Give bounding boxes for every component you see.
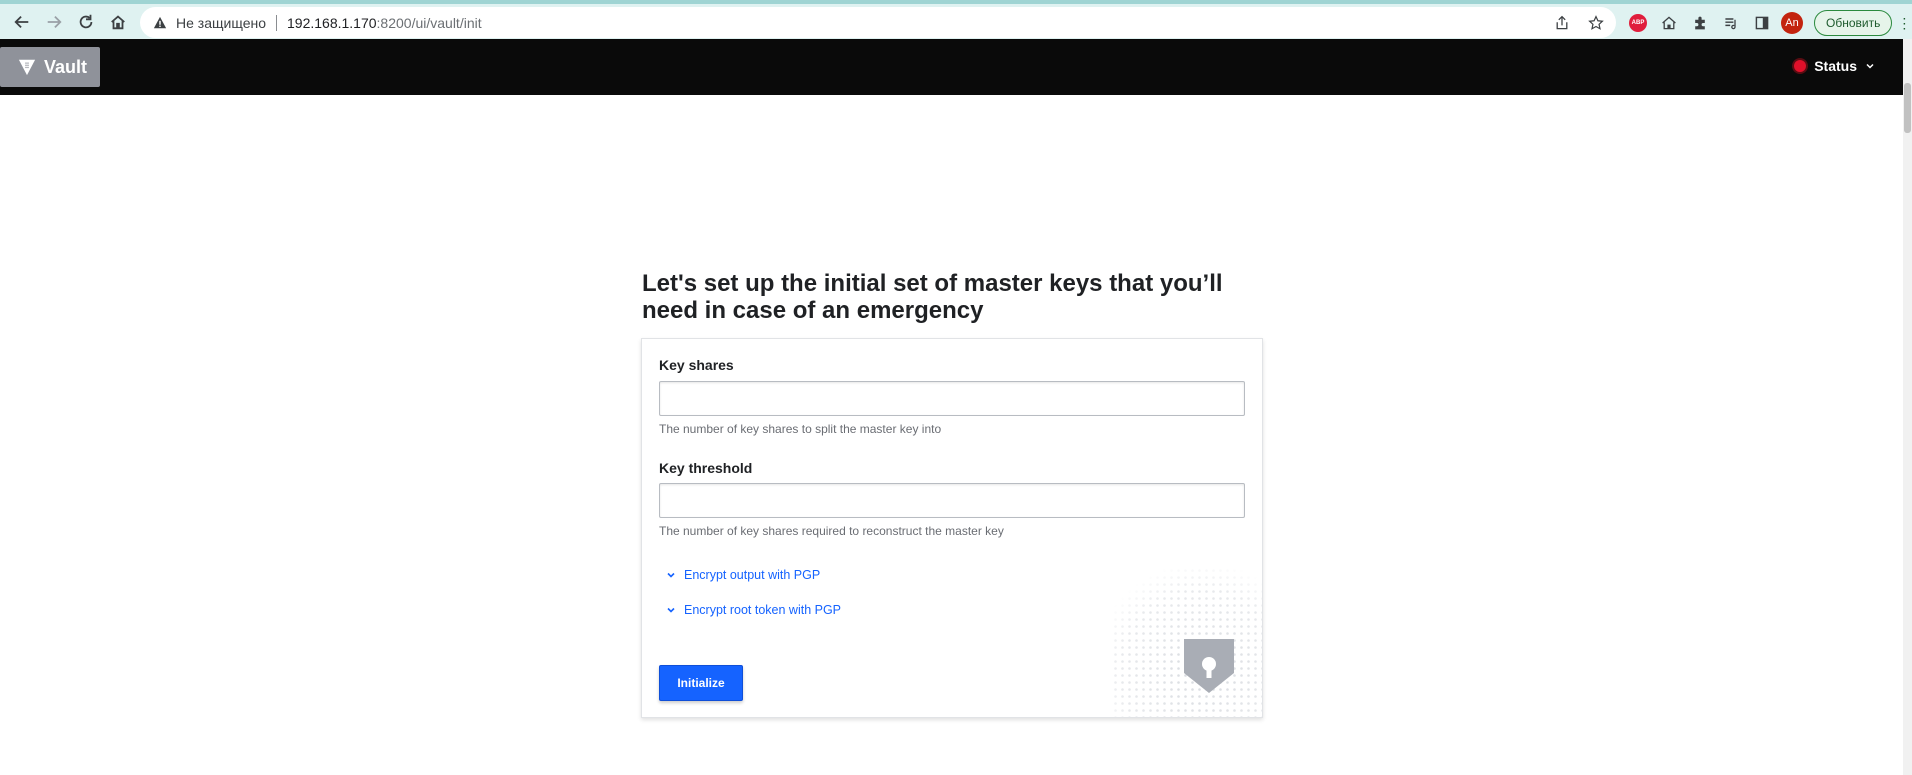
not-secure-label[interactable]: Не защищено: [176, 15, 266, 31]
side-panel-icon[interactable]: [1750, 11, 1774, 35]
status-label: Status: [1814, 58, 1857, 74]
extensions-puzzle-icon[interactable]: [1688, 11, 1712, 35]
bookmark-star-icon[interactable]: [1584, 11, 1608, 35]
browser-menu-icon[interactable]: ⋮: [1897, 11, 1911, 35]
key-shares-input[interactable]: [659, 381, 1245, 416]
reading-list-icon[interactable]: [1719, 11, 1743, 35]
status-indicator-icon: [1794, 60, 1807, 72]
status-menu[interactable]: Status: [1794, 58, 1875, 74]
key-shares-label: Key shares: [659, 357, 734, 373]
chevron-down-icon: [666, 570, 676, 580]
vault-home-link[interactable]: Vault: [0, 47, 100, 87]
encrypt-root-token-pgp-toggle[interactable]: Encrypt root token with PGP: [666, 603, 841, 617]
scrollbar-thumb[interactable]: [1904, 83, 1911, 133]
page-title: Let's set up the initial set of master k…: [642, 270, 1223, 324]
vault-header: Vault Status: [0, 39, 1903, 95]
extension-house-icon[interactable]: [1657, 11, 1681, 35]
omnibox-separator: [276, 14, 277, 31]
address-bar[interactable]: Не защищено 192.168.1.170:8200/ui/vault/…: [140, 7, 1616, 38]
adblock-plus-icon[interactable]: ABP: [1626, 11, 1650, 35]
home-icon[interactable]: [104, 8, 132, 36]
chevron-down-icon: [666, 605, 676, 615]
key-threshold-label: Key threshold: [659, 460, 753, 476]
key-threshold-help: The number of key shares required to rec…: [659, 524, 1004, 538]
update-button[interactable]: Обновить: [1814, 10, 1893, 36]
url-host[interactable]: 192.168.1.170: [287, 15, 377, 31]
url-path[interactable]: :8200/ui/vault/init: [377, 15, 482, 31]
browser-toolbar: Не защищено 192.168.1.170:8200/ui/vault/…: [0, 0, 1912, 39]
encrypt-output-pgp-label: Encrypt output with PGP: [684, 568, 821, 582]
forward-icon[interactable]: [40, 8, 68, 36]
share-icon[interactable]: [1550, 11, 1574, 35]
init-form-card: Key shares The number of key shares to s…: [641, 338, 1263, 718]
profile-avatar[interactable]: An: [1781, 12, 1803, 34]
back-icon[interactable]: [8, 8, 36, 36]
page-scrollbar[interactable]: [1903, 39, 1912, 775]
vault-logo-icon: [18, 59, 36, 76]
reload-icon[interactable]: [72, 8, 100, 36]
encrypt-output-pgp-toggle[interactable]: Encrypt output with PGP: [666, 568, 820, 582]
key-shares-help: The number of key shares to split the ma…: [659, 422, 942, 436]
chevron-down-icon: [1866, 63, 1874, 69]
shield-keyhole-icon: [1112, 567, 1262, 717]
warning-icon[interactable]: [153, 15, 169, 31]
extensions-area: ABP An Обновить ⋮: [1626, 8, 1911, 38]
encrypt-root-token-pgp-label: Encrypt root token with PGP: [684, 603, 842, 617]
key-threshold-input[interactable]: [659, 483, 1245, 518]
vault-logo-text: Vault: [44, 56, 88, 77]
initialize-button[interactable]: Initialize: [659, 665, 743, 701]
